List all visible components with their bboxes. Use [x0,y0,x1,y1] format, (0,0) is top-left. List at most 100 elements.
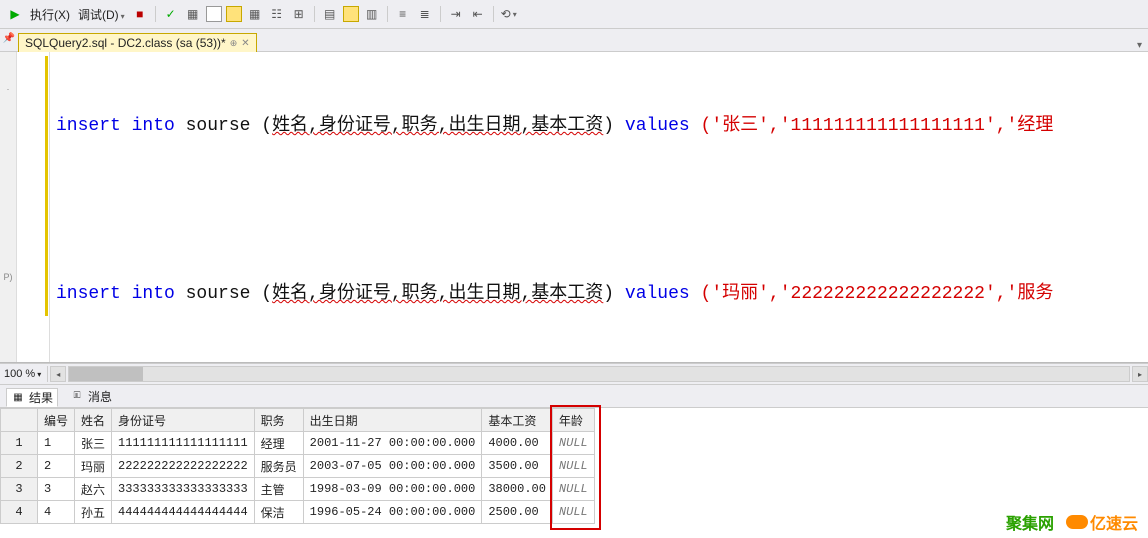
col-age[interactable]: 年龄 [552,409,594,432]
results-grid-icon[interactable]: ▤ [321,5,339,23]
col-job[interactable]: 职务 [254,409,303,432]
cell-id[interactable]: 2 [38,455,75,478]
live-stats-icon[interactable]: ⊞ [290,5,308,23]
cell-job[interactable]: 服务员 [254,455,303,478]
left-marker-a: . [7,82,10,92]
parse-icon[interactable]: ✓ [162,5,180,23]
p: ( [261,112,272,140]
zoom-bar: 100 % ◂ ▸ [0,363,1148,385]
pin-tab-icon[interactable]: ⊕ [230,38,238,49]
uncomment-icon[interactable]: ≣ [416,5,434,23]
col-idno[interactable]: 身份证号 [112,409,255,432]
comment-icon[interactable]: ≡ [394,5,412,23]
tab-messages-label: 消息 [88,388,112,405]
cell-dob[interactable]: 2001-11-27 00:00:00.000 [303,432,482,455]
cell-name[interactable]: 孙五 [75,501,112,524]
cell-name[interactable]: 赵六 [75,478,112,501]
results-tabbar: ▦ 结果 🗉 消息 [0,385,1148,408]
horizontal-scrollbar[interactable] [68,366,1130,382]
table-row[interactable]: 33赵六333333333333333333主管1998-03-09 00:00… [1,478,595,501]
grid-icon: ▦ [11,390,25,404]
outdent-icon[interactable]: ⇤ [469,5,487,23]
scroll-thumb[interactable] [69,367,143,381]
col-dob[interactable]: 出生日期 [303,409,482,432]
tab-messages[interactable]: 🗉 消息 [66,388,116,405]
cell-id[interactable]: 4 [38,501,75,524]
execute-button[interactable]: 执行(X) [28,6,72,23]
document-tab[interactable]: SQLQuery2.sql - DC2.class (sa (53))* ⊕ ✕ [18,33,257,52]
cell-name[interactable]: 张三 [75,432,112,455]
kw: insert into [56,280,175,308]
tab-overflow-icon[interactable]: ▾ [1137,40,1142,51]
zoom-dropdown[interactable]: 100 % [0,368,45,380]
separator [493,6,494,22]
options-icon[interactable] [226,6,242,22]
debug-button[interactable]: 调试(D) [76,6,127,23]
separator [387,6,388,22]
p: ) [603,280,625,308]
tbl: sourse [175,280,261,308]
watermark-a: 聚集网 [1006,510,1054,534]
scroll-left-icon[interactable]: ◂ [50,366,66,382]
col-name[interactable]: 姓名 [75,409,112,432]
stats-icon[interactable]: ▦ [246,5,264,23]
cell-salary[interactable]: 38000.00 [482,478,553,501]
cell-job[interactable]: 主管 [254,478,303,501]
stop-icon[interactable]: ■ [131,5,149,23]
cell-idno[interactable]: 333333333333333333 [112,478,255,501]
col-id[interactable]: 编号 [38,409,75,432]
cloud-icon [1066,515,1088,529]
cell-id[interactable]: 1 [38,432,75,455]
cell-idno[interactable]: 111111111111111111 [112,432,255,455]
kw: values [625,280,701,308]
tab-results[interactable]: ▦ 结果 [6,388,58,407]
cell-name[interactable]: 玛丽 [75,455,112,478]
cell-salary[interactable]: 2500.00 [482,501,553,524]
cell-salary[interactable]: 3500.00 [482,455,553,478]
row-header[interactable]: 1 [1,432,38,455]
row-header[interactable]: 3 [1,478,38,501]
outline-icon[interactable] [206,6,222,22]
specify-values-icon[interactable]: ⟲ [500,5,518,23]
cell-age[interactable]: NULL [552,455,594,478]
row-header[interactable]: 2 [1,455,38,478]
str: ('张三','111111111111111111','经理 [701,112,1054,140]
p: ) [603,112,625,140]
plan-icon[interactable]: ▦ [184,5,202,23]
cell-id[interactable]: 3 [38,478,75,501]
row-header[interactable]: 4 [1,501,38,524]
tab-results-label: 结果 [29,389,53,406]
editor-gutter [17,52,50,362]
document-tab-label: SQLQuery2.sql - DC2.class (sa (53))* [25,36,226,50]
main-toolbar: ▶ 执行(X) 调试(D) ■ ✓ ▦ ▦ ☷ ⊞ ▤ ▥ ≡ ≣ ⇥ ⇤ ⟲ [0,0,1148,29]
pin-icon[interactable]: 📌 [2,31,16,45]
scroll-right-icon[interactable]: ▸ [1132,366,1148,382]
document-tabbar: 📌 SQLQuery2.sql - DC2.class (sa (53))* ⊕… [0,29,1148,52]
cell-age[interactable]: NULL [552,432,594,455]
results-text-icon[interactable] [343,6,359,22]
str: ('玛丽','222222222222222222','服务 [701,280,1054,308]
cell-age[interactable]: NULL [552,478,594,501]
cell-salary[interactable]: 4000.00 [482,432,553,455]
watermark: 聚集网 亿速云 [1006,510,1138,534]
cell-job[interactable]: 经理 [254,432,303,455]
table-row[interactable]: 44孙五444444444444444444保洁1996-05-24 00:00… [1,501,595,524]
results-grid[interactable]: 编号 姓名 身份证号 职务 出生日期 基本工资 年龄 11张三111111111… [0,408,595,524]
indent-icon[interactable]: ⇥ [447,5,465,23]
table-row[interactable]: 22玛丽222222222222222222服务员2003-07-05 00:0… [1,455,595,478]
cell-idno[interactable]: 444444444444444444 [112,501,255,524]
code-editor[interactable]: insert into sourse (姓名,身份证号,职务,出生日期,基本工资… [50,52,1148,362]
cols: 姓名,身份证号,职务,出生日期,基本工资 [272,112,603,140]
cell-dob[interactable]: 1998-03-09 00:00:00.000 [303,478,482,501]
table-row[interactable]: 11张三111111111111111111经理2001-11-27 00:00… [1,432,595,455]
close-tab-icon[interactable]: ✕ [241,38,249,49]
cell-idno[interactable]: 222222222222222222 [112,455,255,478]
cell-dob[interactable]: 1996-05-24 00:00:00.000 [303,501,482,524]
col-salary[interactable]: 基本工资 [482,409,553,432]
actual-plan-icon[interactable]: ☷ [268,5,286,23]
cell-dob[interactable]: 2003-07-05 00:00:00.000 [303,455,482,478]
results-file-icon[interactable]: ▥ [363,5,381,23]
execute-icon[interactable]: ▶ [6,5,24,23]
cell-age[interactable]: NULL [552,501,594,524]
cell-job[interactable]: 保洁 [254,501,303,524]
